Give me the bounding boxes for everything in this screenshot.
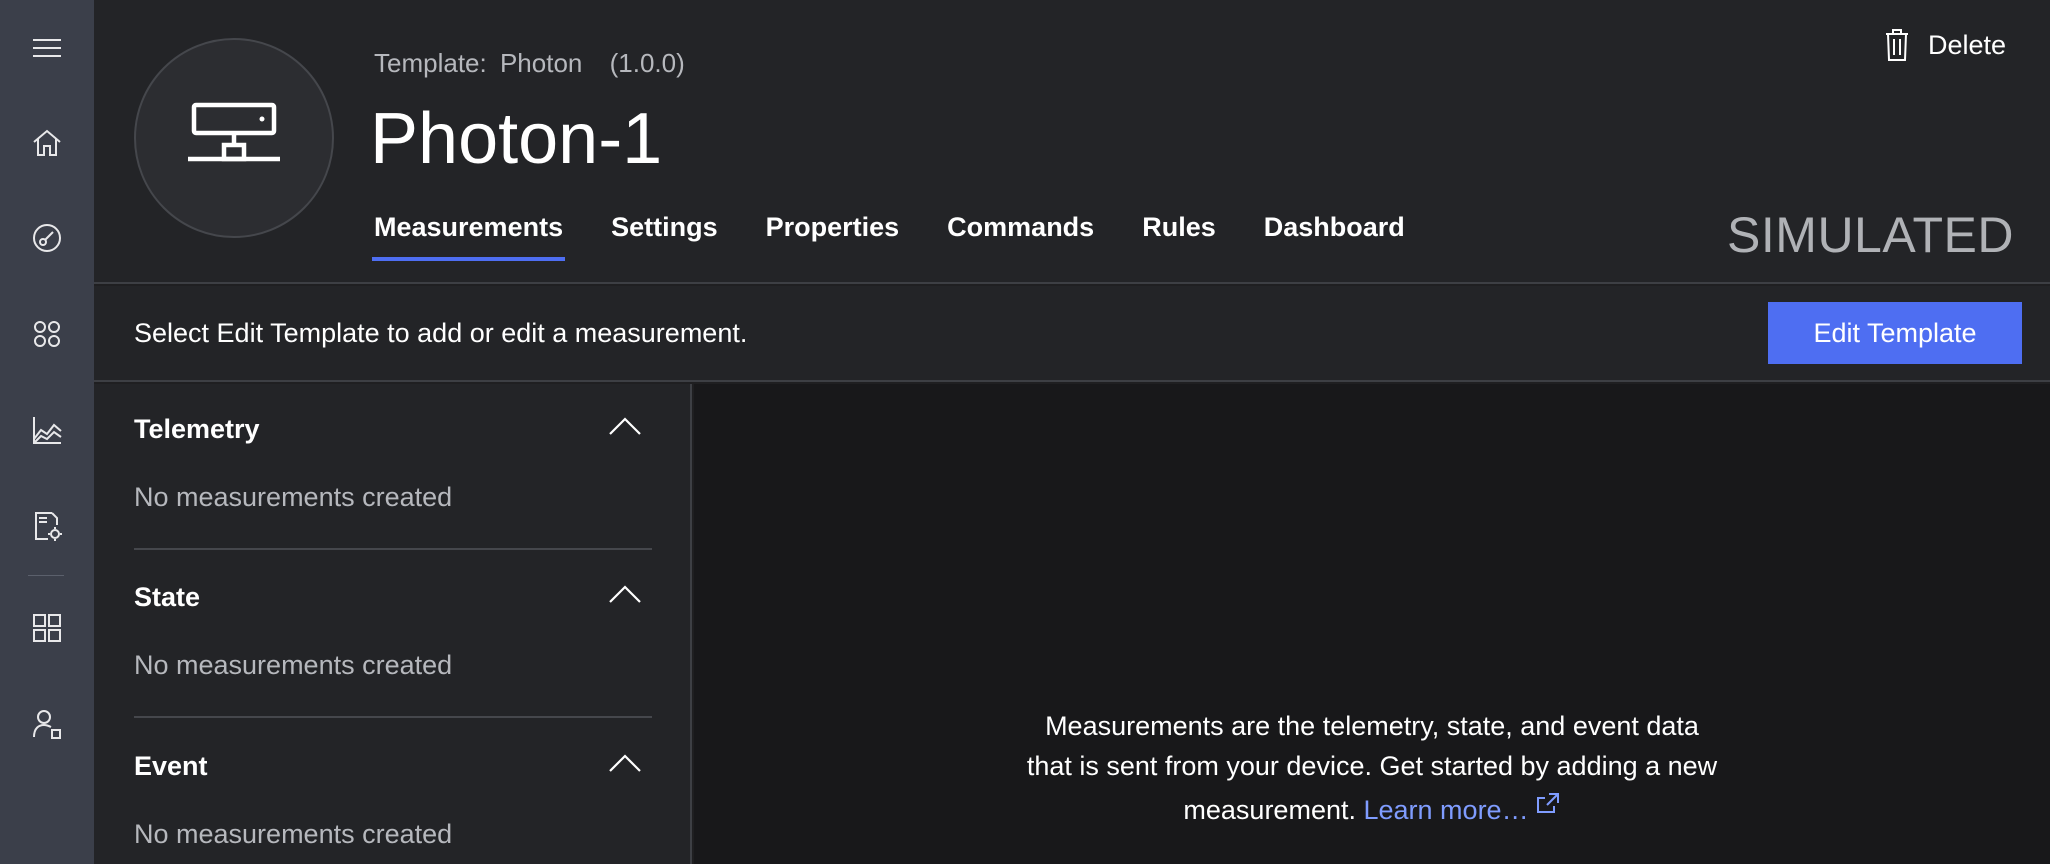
template-info: Template: Photon (1.0.0) xyxy=(374,48,691,79)
left-nav-rail xyxy=(0,0,94,864)
tab-dashboard[interactable]: Dashboard xyxy=(1262,212,1407,261)
edit-hint-text: Select Edit Template to add or edit a me… xyxy=(134,318,748,348)
section-title: Telemetry xyxy=(134,414,260,444)
section-title: State xyxy=(134,582,201,612)
hamburger-menu-icon[interactable] xyxy=(0,18,94,78)
section-empty-text: No measurements created xyxy=(134,650,453,680)
delete-button[interactable]: Delete xyxy=(1884,28,2006,62)
network-device-icon xyxy=(188,102,280,162)
chevron-up-icon[interactable] xyxy=(608,753,642,773)
analytics-chart-icon[interactable] xyxy=(0,400,94,460)
tab-properties[interactable]: Properties xyxy=(764,212,902,261)
gauge-icon[interactable] xyxy=(0,208,94,268)
learn-more-link[interactable]: Learn more… xyxy=(1364,795,1529,825)
section-divider xyxy=(134,716,652,718)
rail-divider xyxy=(28,575,64,576)
measurements-sidebar: Telemetry No measurements created State … xyxy=(94,384,692,864)
section-title: Event xyxy=(134,751,208,781)
device-avatar xyxy=(134,38,334,238)
external-link-icon[interactable] xyxy=(1535,786,1561,813)
edit-template-button[interactable]: Edit Template xyxy=(1768,302,2022,364)
chevron-up-icon[interactable] xyxy=(608,416,642,436)
tab-settings[interactable]: Settings xyxy=(609,212,720,261)
device-header: Template: Photon (1.0.0) Photon-1 Measur… xyxy=(94,0,2050,284)
template-version: (1.0.0) xyxy=(609,48,685,78)
simulated-status-badge: SIMULATED xyxy=(1727,207,2014,263)
template-name: Photon xyxy=(499,48,583,78)
device-tabs: Measurements Settings Properties Command… xyxy=(372,212,1451,261)
measurements-toolbar: Select Edit Template to add or edit a me… xyxy=(94,286,2050,382)
template-label: Template: xyxy=(374,48,487,78)
device-name: Photon-1 xyxy=(370,99,663,179)
tab-measurements[interactable]: Measurements xyxy=(372,212,566,261)
chevron-up-icon[interactable] xyxy=(608,584,642,604)
section-divider xyxy=(134,548,652,550)
trash-icon xyxy=(1885,29,1908,61)
empty-state-message: Measurements are the telemetry, state, a… xyxy=(694,706,2050,830)
section-empty-text: No measurements created xyxy=(134,482,453,512)
tab-rules[interactable]: Rules xyxy=(1140,212,1218,261)
grid-icon[interactable] xyxy=(0,598,94,658)
device-sets-icon[interactable] xyxy=(0,304,94,364)
delete-label: Delete xyxy=(1927,29,2006,60)
section-empty-text: No measurements created xyxy=(134,819,453,849)
document-gear-icon[interactable] xyxy=(0,496,94,556)
home-icon[interactable] xyxy=(0,113,94,173)
tab-commands[interactable]: Commands xyxy=(945,212,1096,261)
measurement-detail-panel: Measurements are the telemetry, state, a… xyxy=(694,384,2050,864)
user-admin-icon[interactable] xyxy=(0,694,94,754)
